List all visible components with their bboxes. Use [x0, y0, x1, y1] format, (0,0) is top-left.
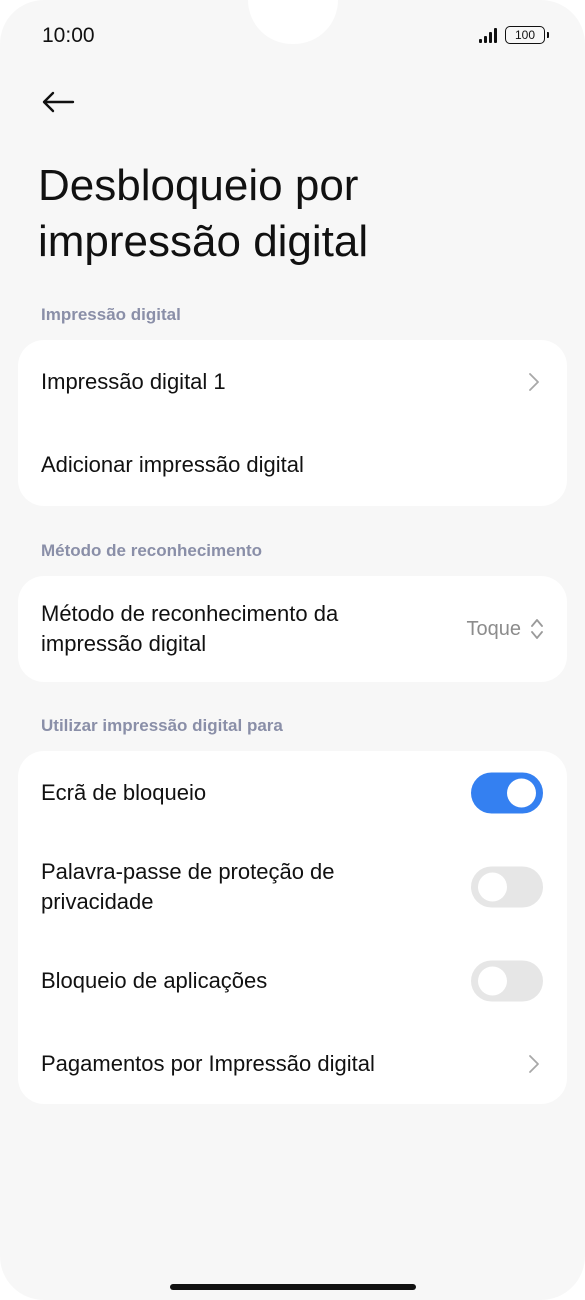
- chevron-right-icon: [529, 373, 539, 391]
- section-header-fingerprint: Impressão digital: [41, 305, 181, 324]
- app-lock-toggle[interactable]: [471, 960, 543, 1002]
- privacy-password-row[interactable]: Palavra-passe de proteção de privacidade: [18, 835, 567, 939]
- toggle-knob: [478, 872, 507, 902]
- chevron-right-icon: [529, 1054, 539, 1073]
- lock-screen-toggle[interactable]: [471, 772, 543, 814]
- section-header-usage: Utilizar impressão digital para: [41, 716, 283, 735]
- fingerprint-payments-row[interactable]: Pagamentos por Impressão digital: [18, 1023, 567, 1104]
- status-bar: 10:00 100: [0, 0, 585, 76]
- app-lock-label: Bloqueio de aplicações: [41, 968, 268, 993]
- page-title: Desbloqueio por impressão digital: [38, 161, 369, 266]
- recognition-method-value: Toque: [466, 617, 522, 640]
- privacy-password-label: Palavra-passe de proteção de privacidade: [41, 859, 335, 914]
- lock-screen-label: Ecrã de bloqueio: [41, 780, 207, 805]
- privacy-password-toggle[interactable]: [471, 866, 543, 908]
- recognition-card: Método de reconhecimento da impressão di…: [18, 576, 567, 682]
- recognition-method-row[interactable]: Método de reconhecimento da impressão di…: [18, 576, 567, 682]
- usage-card: Ecrã de bloqueio Palavra-passe de proteç…: [18, 751, 567, 1104]
- status-time: 10:00: [42, 24, 95, 47]
- chevron-up-down-icon: [531, 619, 543, 639]
- recognition-method-label: Método de reconhecimento da impressão di…: [41, 601, 339, 656]
- battery-icon: 100: [505, 26, 549, 44]
- status-indicators: 100: [479, 26, 549, 44]
- fingerprint-1-label: Impressão digital 1: [41, 369, 226, 394]
- fingerprint-payments-label: Pagamentos por Impressão digital: [41, 1050, 375, 1076]
- section-header-recognition: Método de reconhecimento: [41, 541, 263, 560]
- fingerprint-1-row[interactable]: Impressão digital 1: [18, 340, 567, 424]
- lock-screen-row[interactable]: Ecrã de bloqueio: [18, 751, 567, 835]
- add-fingerprint-label: Adicionar impressão digital: [41, 452, 304, 477]
- recognition-method-select[interactable]: Toque: [467, 616, 546, 642]
- signal-icon: [479, 27, 497, 43]
- toggle-knob: [478, 966, 507, 996]
- arrow-left-icon: [42, 91, 75, 113]
- add-fingerprint-row[interactable]: Adicionar impressão digital: [18, 424, 567, 506]
- home-indicator[interactable]: [170, 1284, 416, 1290]
- phone-screen: 10:00 100 Desbloqueio por impressão digi…: [0, 0, 585, 1300]
- fingerprint-card: Impressão digital 1 Adicionar impressão …: [18, 340, 567, 506]
- back-button[interactable]: [34, 80, 82, 124]
- toggle-knob: [507, 778, 536, 808]
- app-lock-row[interactable]: Bloqueio de aplicações: [18, 939, 567, 1023]
